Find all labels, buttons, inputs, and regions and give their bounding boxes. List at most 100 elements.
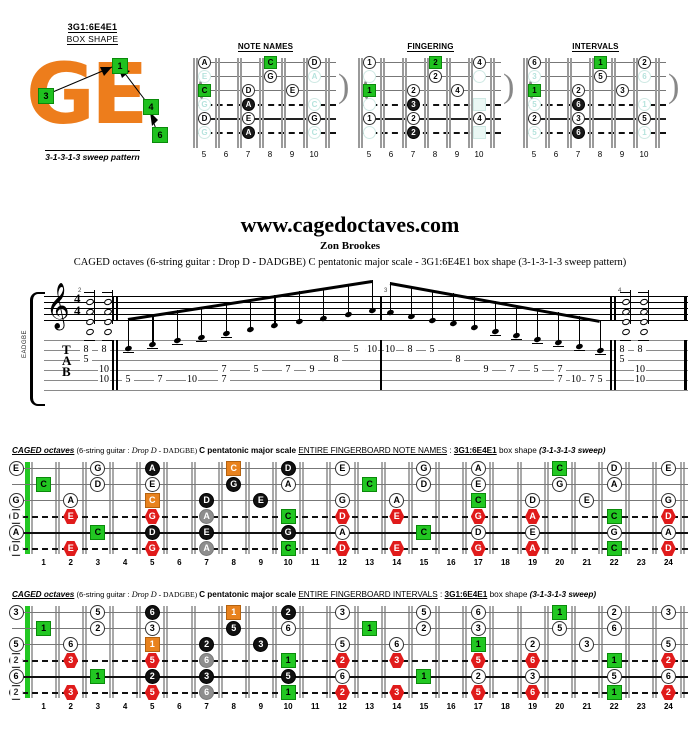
fret-marker: 5 <box>144 653 160 668</box>
site-url: www.cagedoctaves.com <box>240 212 460 237</box>
ledger-line <box>220 336 232 338</box>
fret-line <box>81 462 84 554</box>
ledger-line <box>595 354 606 355</box>
fret-line <box>438 606 440 698</box>
fret-line <box>490 58 492 148</box>
fret-line <box>628 606 631 698</box>
mini-fretboard: ((124212431242 <box>358 56 514 148</box>
fret-marker: 2 <box>90 621 106 636</box>
ledger-line <box>620 292 631 293</box>
tab-fret-number: 7 <box>282 364 294 375</box>
tab-fret-number: 10 <box>98 374 110 385</box>
fret-number: 5 <box>531 150 537 159</box>
fret-line <box>193 606 196 698</box>
fret-marker: 1 <box>594 56 607 69</box>
fret-number: 7 <box>245 150 251 159</box>
fret-marker: A <box>242 126 255 139</box>
fret-marker: 5 <box>470 653 486 668</box>
ledger-line <box>84 340 95 341</box>
tab-fret-number: 5 <box>350 344 362 355</box>
fret-marker: A <box>8 525 24 540</box>
fret-marker: 2 <box>334 685 350 700</box>
fret-marker: 5 <box>280 669 296 684</box>
fret-marker: 3 <box>389 653 405 668</box>
fret-marker: C <box>198 84 211 97</box>
fret-line <box>492 462 495 554</box>
fret-number: 9 <box>258 702 264 711</box>
fret-line <box>655 606 658 698</box>
string-line <box>12 532 688 534</box>
fret-number: 5 <box>150 702 155 711</box>
fret-marker: 6 <box>280 621 296 636</box>
fret-line <box>193 462 196 554</box>
fret-number: 8 <box>432 150 438 159</box>
fret-line <box>449 58 451 148</box>
measure-number: 4 <box>618 288 622 294</box>
fret-line <box>299 606 302 698</box>
head-scale: C pentatonic major scale <box>199 590 297 599</box>
fret-line <box>237 58 239 148</box>
fret-marker: 3 <box>8 605 24 620</box>
half-note-head <box>621 327 631 337</box>
fret-marker <box>473 126 486 139</box>
barline <box>380 340 382 390</box>
fret-line <box>427 58 429 148</box>
fret-number: 10 <box>474 150 484 159</box>
fret-marker: 1 <box>36 621 52 636</box>
fret-marker: 3 <box>334 605 350 620</box>
tab-fret-number: 10 <box>634 374 646 385</box>
fret-line <box>247 462 250 554</box>
barline <box>112 340 114 390</box>
note-stem <box>176 310 178 342</box>
fret-line <box>462 606 465 698</box>
fret-marker: 3 <box>525 669 541 684</box>
fret-marker: G <box>198 126 211 139</box>
fret-marker: D <box>199 493 215 508</box>
note-stem <box>648 290 650 324</box>
fret-marker: A <box>660 525 676 540</box>
fret-line <box>272 606 274 698</box>
fret-marker: G <box>144 541 160 556</box>
fret-line <box>329 606 332 698</box>
fret-line <box>272 462 274 554</box>
tab-fret-number: 10 <box>186 374 198 385</box>
mini-fretboard: ((ACDEGACDEGACDEGGAC <box>193 56 349 148</box>
fret-line <box>112 462 114 554</box>
fret-number: 5 <box>366 150 372 159</box>
fret-marker: C <box>36 477 52 492</box>
fret-marker: 5 <box>90 605 106 620</box>
fret-number: 3 <box>95 558 101 567</box>
fret-marker <box>473 70 486 83</box>
nut <box>25 462 30 554</box>
tab-line <box>44 360 688 361</box>
fret-marker: E <box>389 541 405 556</box>
fret-line <box>166 606 169 698</box>
fret-marker: 5 <box>528 126 541 139</box>
fret-marker: 5 <box>638 112 651 125</box>
fret-number: 10 <box>283 702 293 711</box>
fret-line <box>353 462 356 554</box>
fret-marker: E <box>470 477 486 492</box>
fret-number: 24 <box>663 558 673 567</box>
fret-marker: 5 <box>606 669 622 684</box>
tab-fret-number: 7 <box>506 364 518 375</box>
fret-number: 17 <box>473 702 483 711</box>
fret-marker: G <box>280 525 296 540</box>
fret-line <box>601 606 603 698</box>
fret-marker: 6 <box>638 70 651 83</box>
fret-marker: 2 <box>606 605 622 620</box>
staff-line <box>44 308 688 309</box>
fret-line <box>380 58 382 148</box>
fret-marker: E <box>579 493 595 508</box>
fret-marker: 1 <box>363 84 376 97</box>
measure-number: 3 <box>384 288 388 294</box>
fret-marker: A <box>525 509 541 524</box>
fret-marker: 5 <box>552 621 568 636</box>
fret-line <box>435 462 437 554</box>
fret-line <box>84 462 87 554</box>
head-caged: CAGED octaves <box>12 446 75 455</box>
fret-marker: C <box>362 477 378 492</box>
half-note-head <box>85 327 95 337</box>
fret-marker: A <box>389 493 405 508</box>
fret-line <box>543 462 546 554</box>
